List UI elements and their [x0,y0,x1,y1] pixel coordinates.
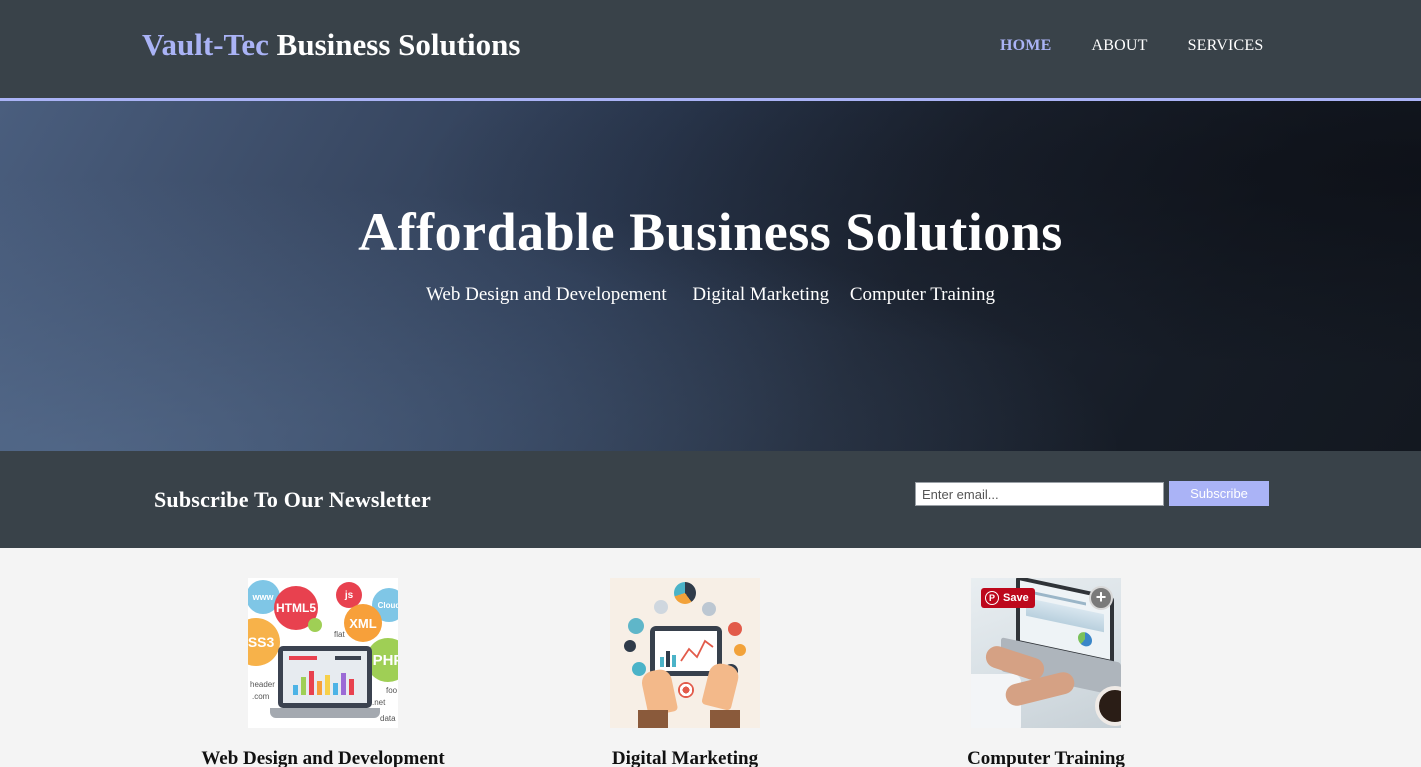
decor-dot [308,618,322,632]
service-card-computer-training[interactable]: P Save + Computer Training [896,578,1196,767]
hero-service-web-design: Web Design and Developement [426,284,667,305]
services-cards: www HTML5 js Cloud XML CSS3 PHP flat hea… [0,548,1421,767]
xml-bubble: XML [344,604,382,642]
save-label: Save [1003,592,1029,604]
card-title: Computer Training [967,748,1125,767]
gear-icon [624,640,636,652]
target-icon [728,622,742,636]
newsletter-email-input[interactable] [915,482,1164,506]
hero-title: Affordable Business Solutions [358,202,1063,262]
pie-chart-icon [1078,630,1092,648]
bullseye-icon [678,682,694,698]
laptop-icon [278,646,372,708]
pinterest-save-button[interactable]: P Save [981,588,1035,608]
mail-icon [654,600,668,614]
laptop-screen [283,651,367,703]
bar-graphic [293,669,354,695]
newsletter-heading: Subscribe To Our Newsletter [154,487,431,512]
nav-home-link[interactable]: HOME [1000,37,1051,55]
header-label: header [250,680,275,689]
site-header: Vault-Tec Business Solutions HOME ABOUT … [0,0,1421,101]
clock-icon [702,602,716,616]
pinterest-icon: P [985,591,999,605]
laptop-base [270,708,380,718]
digital-marketing-image [610,578,760,728]
data-label: data [380,714,396,723]
service-card-digital-marketing[interactable]: Digital Marketing [535,578,835,767]
flat-label: flat [334,630,345,639]
nav-services-link[interactable]: SERVICES [1188,37,1264,55]
globe-icon [628,618,644,634]
card-title: Digital Marketing [611,748,759,767]
computer-training-image: P Save + [971,578,1121,728]
logo-text: Business Solutions [268,27,521,62]
screen-header-bar [289,656,317,660]
pie-chart-icon [674,582,696,604]
tablet-screen [655,631,717,671]
hero-service-digital-marketing: Digital Marketing [692,284,830,305]
logo-accent-text: Vault-Tec [142,27,269,62]
site-logo[interactable]: Vault-Tec Business Solutions [142,27,520,63]
hero-service-computer-training: Computer Training [849,284,995,305]
zoom-icon[interactable]: + [1089,586,1113,610]
service-card-web-design[interactable]: www HTML5 js Cloud XML CSS3 PHP flat hea… [173,578,473,767]
left-sleeve [638,710,668,728]
newsletter-section: Subscribe To Our Newsletter Subscribe [0,451,1421,548]
hero-banner: Affordable Business Solutions Web Design… [0,101,1421,451]
css3-bubble: CSS3 [248,618,280,666]
line-graph-icon [660,639,714,667]
card-title: Web Design and Development [201,748,445,767]
main-nav: HOME ABOUT SERVICES [1000,37,1263,55]
dotnet-label: .net [372,698,386,707]
web-design-image: www HTML5 js Cloud XML CSS3 PHP flat hea… [248,578,398,728]
right-sleeve [710,710,740,728]
coffee-cup-icon [1095,686,1121,726]
nav-about-link[interactable]: ABOUT [1091,37,1147,55]
cart-icon [734,644,746,656]
screen-nav-bar [335,656,361,660]
subscribe-button[interactable]: Subscribe [1169,481,1269,506]
dotcom-label: .com [252,692,270,701]
hero-services-list: Web Design and Developement Digital Mark… [0,284,1421,306]
foo-label: foo [386,686,398,695]
